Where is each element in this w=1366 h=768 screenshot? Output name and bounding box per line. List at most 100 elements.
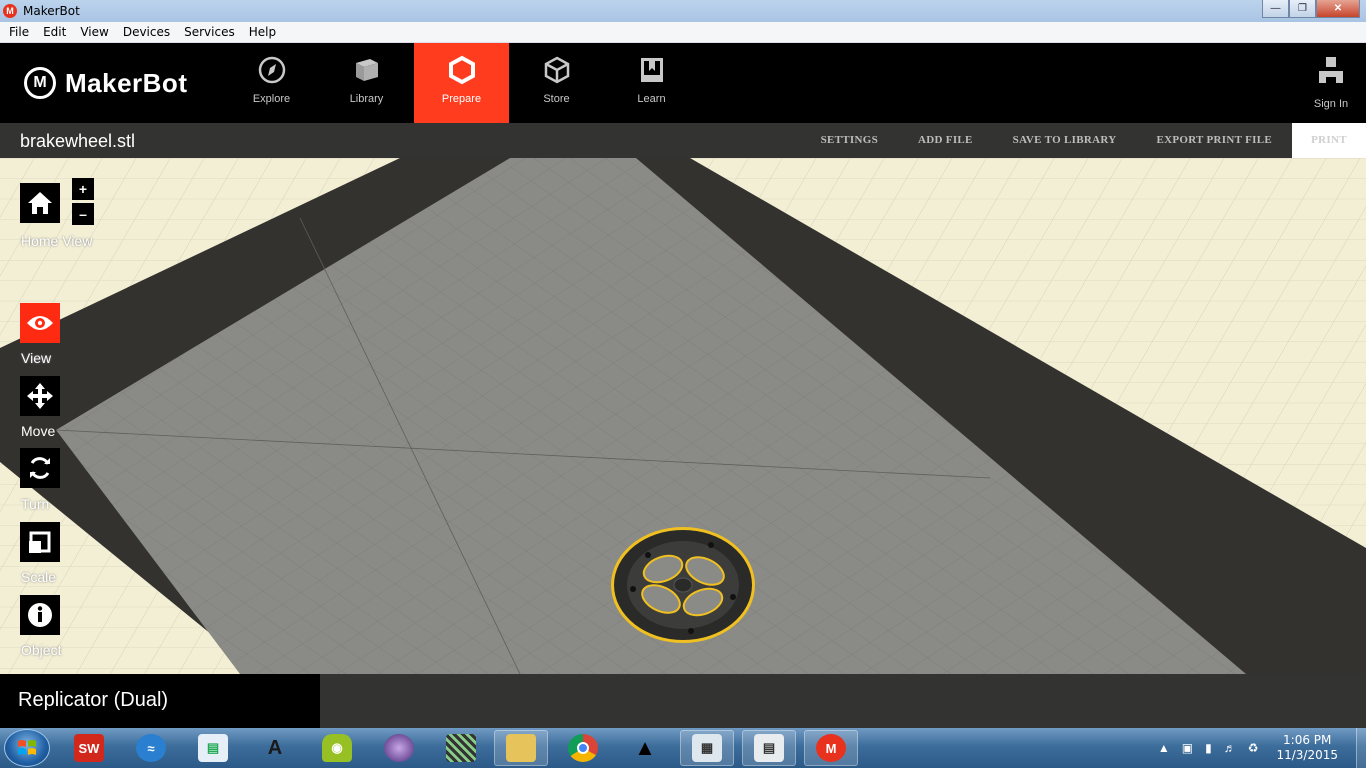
close-button[interactable]: ✕ <box>1316 0 1360 18</box>
taskbar-app-bird[interactable]: ≈ <box>124 730 178 766</box>
tab-library-label: Library <box>349 93 384 105</box>
taskbar-eclipse[interactable] <box>372 730 426 766</box>
taskbar-app-document[interactable]: ▤ <box>186 730 240 766</box>
object-tool-button[interactable] <box>20 595 60 635</box>
turn-tool-label: Turn <box>21 496 50 512</box>
clock-date: 11/3/2015 <box>1276 748 1338 762</box>
home-view-label: Home View <box>21 233 93 249</box>
file-actions: SETTINGS ADD FILE SAVE TO LIBRARY EXPORT… <box>801 123 1366 158</box>
file-toolbar: brakewheel.stl SETTINGS ADD FILE SAVE TO… <box>0 123 1366 158</box>
archive-icon: ▤ <box>754 734 784 762</box>
taskbar: SW ≈ ▤ A ◉ ▲ ▦ ▤ M ▲ ▣ ▮ ♬ ♻ 1:06 PM 11/… <box>0 728 1366 768</box>
volume-icon[interactable]: ♬ <box>1224 741 1236 755</box>
start-button[interactable] <box>4 729 50 767</box>
eye-icon <box>27 316 53 330</box>
scale-tool-label: Scale <box>21 569 57 585</box>
makerbot-app-icon: M <box>3 4 17 18</box>
app-navigation: M MakerBot Explore Library Prepare Store… <box>0 43 1366 123</box>
user-icon <box>1316 55 1346 90</box>
taskbar-android[interactable]: ◉ <box>310 730 364 766</box>
window-controls: — ❐ ✕ <box>1262 0 1360 18</box>
printer-bar: Replicator (Dual) <box>0 674 1366 728</box>
sign-in-label: Sign In <box>1313 98 1349 110</box>
calculator-icon: ▦ <box>692 734 722 762</box>
app-window: M MakerBot — ❐ ✕ File Edit View Devices … <box>0 0 1366 768</box>
zoom-in-button[interactable]: + <box>72 178 94 200</box>
settings-button[interactable]: SETTINGS <box>801 123 898 158</box>
network-icon[interactable]: ▮ <box>1205 741 1212 755</box>
android-icon: ◉ <box>322 734 352 762</box>
add-file-button[interactable]: ADD FILE <box>898 123 993 158</box>
brakewheel-model[interactable] <box>611 527 755 643</box>
menu-view[interactable]: View <box>73 25 115 39</box>
taskbar-inkscape[interactable]: ▲ <box>618 730 672 766</box>
inkscape-icon: ▲ <box>634 735 656 760</box>
tab-prepare[interactable]: Prepare <box>414 43 509 123</box>
turn-tool-button[interactable] <box>20 448 60 488</box>
home-view-button[interactable] <box>20 183 60 223</box>
menu-services[interactable]: Services <box>177 25 242 39</box>
folder-icon <box>506 734 536 762</box>
font-app-icon: A <box>267 736 283 759</box>
menu-file[interactable]: File <box>2 25 36 39</box>
export-print-file-button[interactable]: EXPORT PRINT FILE <box>1136 123 1292 158</box>
library-icon <box>352 55 382 85</box>
windows-logo-icon <box>18 740 36 755</box>
tab-store[interactable]: Store <box>509 43 604 123</box>
sync-icon[interactable]: ♻ <box>1248 741 1259 755</box>
chrome-icon <box>568 734 598 762</box>
box-icon <box>542 55 572 85</box>
taskbar-archive[interactable]: ▤ <box>742 730 796 766</box>
save-to-library-button[interactable]: SAVE TO LIBRARY <box>993 123 1137 158</box>
tab-learn[interactable]: Learn <box>604 43 699 123</box>
menu-edit[interactable]: Edit <box>36 25 73 39</box>
menu-devices[interactable]: Devices <box>116 25 177 39</box>
window-title: MakerBot <box>23 4 80 18</box>
info-icon <box>28 603 52 627</box>
move-icon <box>27 383 53 409</box>
taskbar-calculator[interactable]: ▦ <box>680 730 734 766</box>
show-desktop-button[interactable] <box>1356 728 1366 768</box>
tab-explore[interactable]: Explore <box>224 43 319 123</box>
menu-help[interactable]: Help <box>242 25 283 39</box>
build-viewport[interactable]: + – Home View View Move Turn Scale Objec… <box>0 158 1366 674</box>
show-hidden-icons-icon[interactable]: ▲ <box>1158 741 1170 755</box>
book-icon <box>637 55 667 85</box>
sign-in-button[interactable]: Sign In <box>1310 55 1352 110</box>
printer-selector[interactable]: Replicator (Dual) <box>0 674 320 728</box>
file-name: brakewheel.stl <box>20 131 136 151</box>
view-tool-label: View <box>21 350 52 366</box>
makerbot-taskbar-icon: M <box>816 734 846 762</box>
tab-library[interactable]: Library <box>319 43 414 123</box>
taskbar-chrome[interactable] <box>556 730 610 766</box>
menu-bar: File Edit View Devices Services Help <box>0 22 1366 43</box>
taskbar-makerbot[interactable]: M <box>804 730 858 766</box>
print-button[interactable]: PRINT <box>1292 123 1366 158</box>
makerbot-logo-mark: M <box>24 67 56 99</box>
view-tool-button[interactable] <box>20 303 60 343</box>
document-app-icon: ▤ <box>198 734 228 762</box>
clock-time: 1:06 PM <box>1283 733 1332 747</box>
taskbar-app-a[interactable]: A <box>248 730 302 766</box>
solidworks-icon: SW <box>74 734 104 762</box>
makerbot-logo: M MakerBot <box>24 67 187 99</box>
compass-icon <box>257 55 287 85</box>
bird-app-icon: ≈ <box>136 734 166 762</box>
tab-explore-label: Explore <box>252 93 291 105</box>
taskbar-explorer[interactable] <box>494 730 548 766</box>
build-scene <box>0 158 1366 674</box>
move-tool-label: Move <box>21 423 56 439</box>
taskbar-app-pattern[interactable] <box>434 730 488 766</box>
pattern-app-icon <box>446 734 476 762</box>
tab-store-label: Store <box>543 93 570 105</box>
tab-learn-label: Learn <box>637 93 666 105</box>
taskbar-solidworks[interactable]: SW <box>62 730 116 766</box>
eclipse-icon <box>384 734 414 762</box>
clock[interactable]: 1:06 PM 11/3/2015 <box>1276 733 1338 763</box>
move-tool-button[interactable] <box>20 376 60 416</box>
device-icon[interactable]: ▣ <box>1182 741 1193 755</box>
scale-tool-button[interactable] <box>20 522 60 562</box>
zoom-out-button[interactable]: – <box>72 203 94 225</box>
maximize-button[interactable]: ❐ <box>1289 0 1316 18</box>
minimize-button[interactable]: — <box>1262 0 1289 18</box>
